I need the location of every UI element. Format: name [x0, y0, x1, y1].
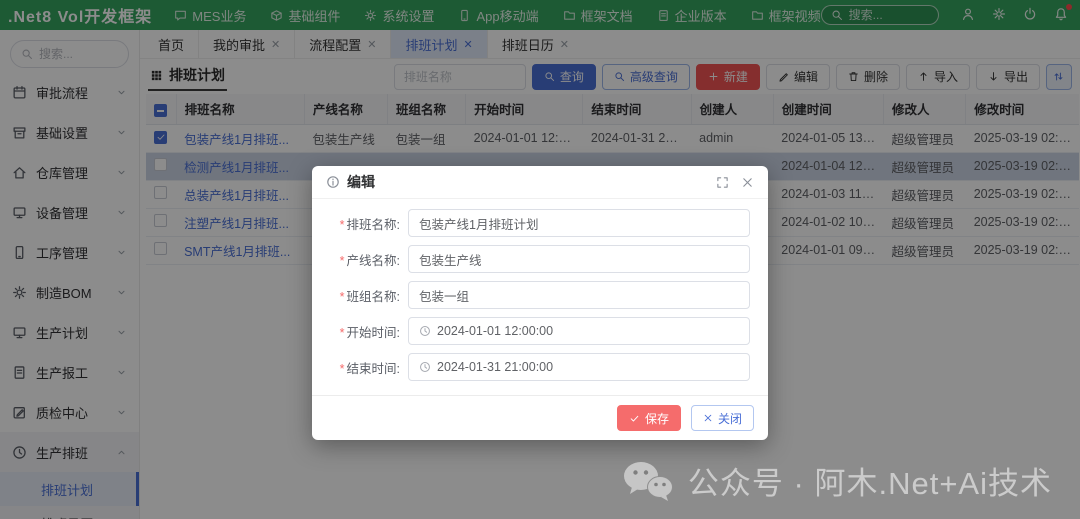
end-time-label: * 结束时间: [339, 361, 400, 376]
team-name-input-box [408, 281, 750, 309]
team-name-input[interactable] [419, 288, 739, 302]
close-button[interactable]: 关闭 [690, 405, 754, 431]
wechat-icon [622, 460, 674, 502]
line-name-label: * 产线名称: [339, 253, 400, 268]
schedule-name-label: * 排班名称: [339, 217, 400, 232]
team-name-label: * 班组名称: [339, 289, 400, 304]
dialog-header: 编辑 [312, 166, 768, 199]
info-icon [326, 175, 340, 189]
schedule-name-field-row: * 排班名称: [330, 209, 750, 237]
app-window: .Net8 Vol开发框架 MES业务 基础组件 系统设置 App移动端 框架文档 企业版… [0, 0, 1080, 519]
start-time-label: * 开始时间: [339, 325, 400, 340]
line-name-field-row: * 产线名称: [330, 245, 750, 273]
schedule-name-input-box [408, 209, 750, 237]
end-time-field-row: * 结束时间: [330, 353, 750, 381]
check-icon [629, 413, 640, 424]
clock-icon [419, 325, 431, 337]
clock-icon [419, 361, 431, 373]
dialog-title: 编辑 [347, 174, 375, 190]
start-time-input-box [408, 317, 750, 345]
save-button[interactable]: 保存 [616, 405, 681, 431]
close-icon[interactable] [741, 176, 754, 189]
team-name-field-row: * 班组名称: [330, 281, 750, 309]
fullscreen-icon[interactable] [716, 176, 729, 189]
watermark-text: 公众号 · 阿木.Net+Ai技术 [687, 466, 1052, 501]
dialog-footer: 保存 关闭 [312, 395, 768, 440]
line-name-input-box [408, 245, 750, 273]
end-time-input-box [408, 353, 750, 381]
start-time-field-row: * 开始时间: [330, 317, 750, 345]
edit-dialog: 编辑 *排班名称: *产线名称: *班组名称: *开始时间: *结束时间: 保存 关闭 [312, 166, 768, 440]
line-name-input[interactable] [419, 252, 739, 266]
end-time-input[interactable] [437, 360, 739, 374]
close-icon [703, 413, 713, 423]
schedule-name-input[interactable] [419, 216, 739, 230]
dialog-body: *排班名称: *产线名称: *班组名称: *开始时间: *结束时间: [312, 199, 768, 395]
start-time-input[interactable] [437, 324, 739, 338]
watermark: 公众号 · 阿木.Net+Ai技术 [622, 458, 1052, 503]
